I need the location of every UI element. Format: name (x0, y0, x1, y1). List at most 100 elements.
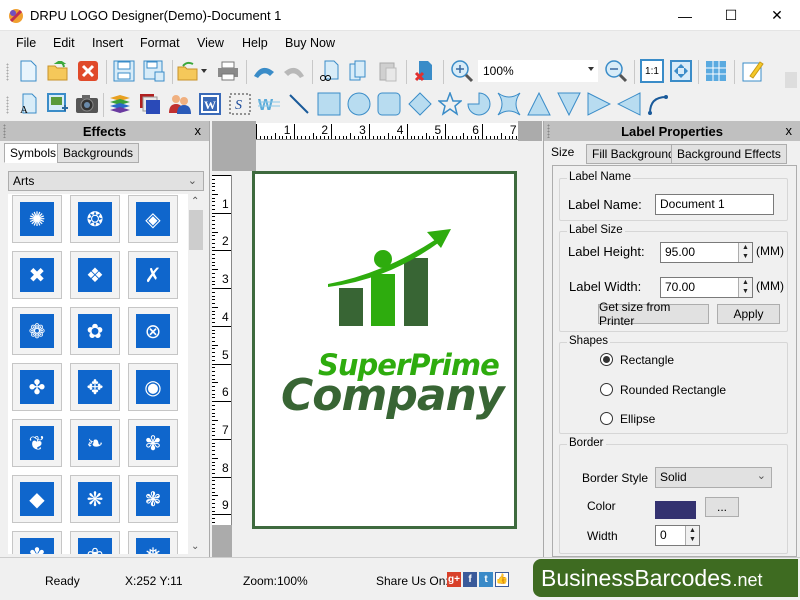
cut-icon[interactable] (317, 59, 341, 83)
color-picker-button[interactable]: ... (705, 497, 739, 517)
menu-insert[interactable]: Insert (92, 36, 123, 50)
inverted-triangle-tool-icon[interactable] (557, 92, 581, 116)
left-triangle-tool-icon[interactable] (617, 92, 641, 116)
shape-ellipse-label[interactable]: Ellipse (620, 412, 655, 426)
edit-properties-icon[interactable] (741, 59, 765, 83)
height-spinner-icon[interactable]: ▲ ▼ (738, 243, 752, 262)
users-icon[interactable] (168, 92, 192, 116)
like-icon[interactable]: 👍 (495, 572, 509, 587)
toolbar-grip[interactable] (6, 63, 9, 81)
label-name-input[interactable]: Document 1 (655, 194, 774, 215)
signature-icon[interactable]: S (228, 92, 252, 116)
border-style-select[interactable]: Solid ⌄ (655, 467, 772, 488)
grid-icon[interactable] (704, 59, 728, 83)
line-tool-icon[interactable] (287, 92, 311, 116)
symbol-spiral-diamond[interactable]: ◈ (128, 195, 178, 243)
panel-grip[interactable] (547, 124, 550, 138)
close-document-icon[interactable] (76, 59, 100, 83)
tab-size[interactable]: Size (546, 143, 580, 163)
symbol-fan[interactable]: ❋ (70, 475, 120, 523)
shape-rectangle-radio[interactable] (600, 353, 613, 366)
symbol-diamond-knot[interactable]: ❖ (70, 251, 120, 299)
word-art-icon[interactable]: W (198, 92, 222, 116)
tab-symbols[interactable]: Symbols (4, 143, 63, 163)
redo-icon[interactable] (282, 59, 306, 83)
symbol-knot-circle[interactable]: ❂ (70, 195, 120, 243)
triangle-tool-icon[interactable] (527, 92, 551, 116)
symbol-ring-square[interactable]: ◉ (128, 363, 178, 411)
border-color-swatch[interactable] (655, 501, 696, 519)
shape-ellipse-radio[interactable] (600, 412, 613, 425)
tab-background-effects[interactable]: Background Effects (671, 144, 787, 164)
pie-tool-icon[interactable] (467, 92, 491, 116)
menu-edit[interactable]: Edit (53, 36, 75, 50)
arc-tool-icon[interactable] (646, 92, 670, 116)
background-color-icon[interactable] (138, 92, 162, 116)
symbol-lotus-circle[interactable]: ❦ (12, 419, 62, 467)
copy-icon[interactable] (346, 59, 370, 83)
print-icon[interactable] (216, 59, 240, 83)
panel-grip[interactable] (3, 124, 6, 138)
width-spinner-icon[interactable]: ▲ ▼ (738, 278, 752, 297)
symbol-swirl-squares[interactable]: ✥ (70, 363, 120, 411)
scroll-down-icon[interactable]: ⌄ (191, 541, 199, 552)
google-plus-icon[interactable]: g+ (447, 572, 461, 587)
rectangle-tool-icon[interactable] (317, 92, 341, 116)
close-effects-button[interactable]: x (195, 123, 202, 138)
concave-star-tool-icon[interactable] (497, 92, 521, 116)
menu-buy-now[interactable]: Buy Now (285, 36, 335, 50)
brand-banner[interactable]: BusinessBarcodes .net (533, 559, 798, 597)
close-properties-button[interactable]: x (786, 123, 793, 138)
delete-icon[interactable] (412, 59, 436, 83)
symbol-flower-bottom[interactable]: ✽ (12, 531, 62, 554)
import-icon[interactable] (176, 59, 200, 83)
watermark-icon[interactable]: W (257, 92, 281, 116)
star-tool-icon[interactable] (438, 92, 462, 116)
symbol-flower-two[interactable]: ❀ (70, 531, 120, 554)
toolbar-overflow-icon[interactable] (785, 72, 797, 88)
zoom-out-icon[interactable] (604, 59, 628, 83)
symbol-diamond-leaf[interactable]: ◆ (12, 475, 62, 523)
symbol-loop-knot[interactable]: ✿ (70, 307, 120, 355)
camera-icon[interactable] (75, 92, 99, 116)
symbol-cross-knot[interactable]: ✖ (12, 251, 62, 299)
symbol-swirl-frame[interactable]: ❧ (70, 419, 120, 467)
label-page[interactable]: SuperPrime Company (252, 171, 517, 529)
layers-icon[interactable] (108, 92, 132, 116)
tab-backgrounds[interactable]: Backgrounds (57, 143, 140, 163)
menu-format[interactable]: Format (140, 36, 180, 50)
paste-icon[interactable] (376, 59, 400, 83)
scroll-thumb[interactable] (189, 210, 203, 250)
symbol-quad-circle[interactable]: ✤ (12, 363, 62, 411)
label-height-input[interactable]: 95.00 ▲ ▼ (660, 242, 753, 263)
minimize-button[interactable]: — (662, 0, 708, 31)
actual-size-button[interactable]: 1:1 (640, 59, 664, 83)
diamond-tool-icon[interactable] (408, 92, 432, 116)
scroll-up-icon[interactable]: ⌃ (191, 196, 199, 207)
insert-image-icon[interactable] (46, 92, 70, 116)
toolbar-grip[interactable] (6, 96, 9, 114)
shape-rectangle-label[interactable]: Rectangle (620, 353, 674, 367)
facebook-icon[interactable]: f (463, 572, 477, 587)
symbol-category-select[interactable]: Arts ⌄ (8, 171, 204, 191)
open-folder-icon[interactable] (46, 59, 70, 83)
shape-rounded-rectangle-radio[interactable] (600, 383, 613, 396)
label-width-input[interactable]: 70.00 ▲ ▼ (660, 277, 753, 298)
growth-chart-logo-icon[interactable] (323, 226, 453, 326)
shape-rounded-rectangle-label[interactable]: Rounded Rectangle (620, 383, 726, 397)
right-triangle-tool-icon[interactable] (587, 92, 611, 116)
zoom-level-combo[interactable]: 100% (478, 60, 598, 82)
symbol-leaf-plant[interactable]: ❃ (128, 475, 178, 523)
close-window-button[interactable]: ✕ (754, 0, 800, 31)
get-size-from-printer-button[interactable]: Get size from Printer (598, 300, 709, 328)
new-icon[interactable] (16, 59, 40, 83)
symbol-x-circle[interactable]: ⊗ (128, 307, 178, 355)
ellipse-tool-icon[interactable] (347, 92, 371, 116)
symbol-x-knot[interactable]: ✗ (128, 251, 178, 299)
menu-file[interactable]: File (16, 36, 36, 50)
save-as-icon[interactable] (142, 59, 166, 83)
menu-help[interactable]: Help (242, 36, 268, 50)
tab-fill-background[interactable]: Fill Background (586, 144, 681, 164)
symbol-leaf-x[interactable]: ✾ (128, 419, 178, 467)
import-dropdown-icon[interactable] (199, 59, 209, 83)
